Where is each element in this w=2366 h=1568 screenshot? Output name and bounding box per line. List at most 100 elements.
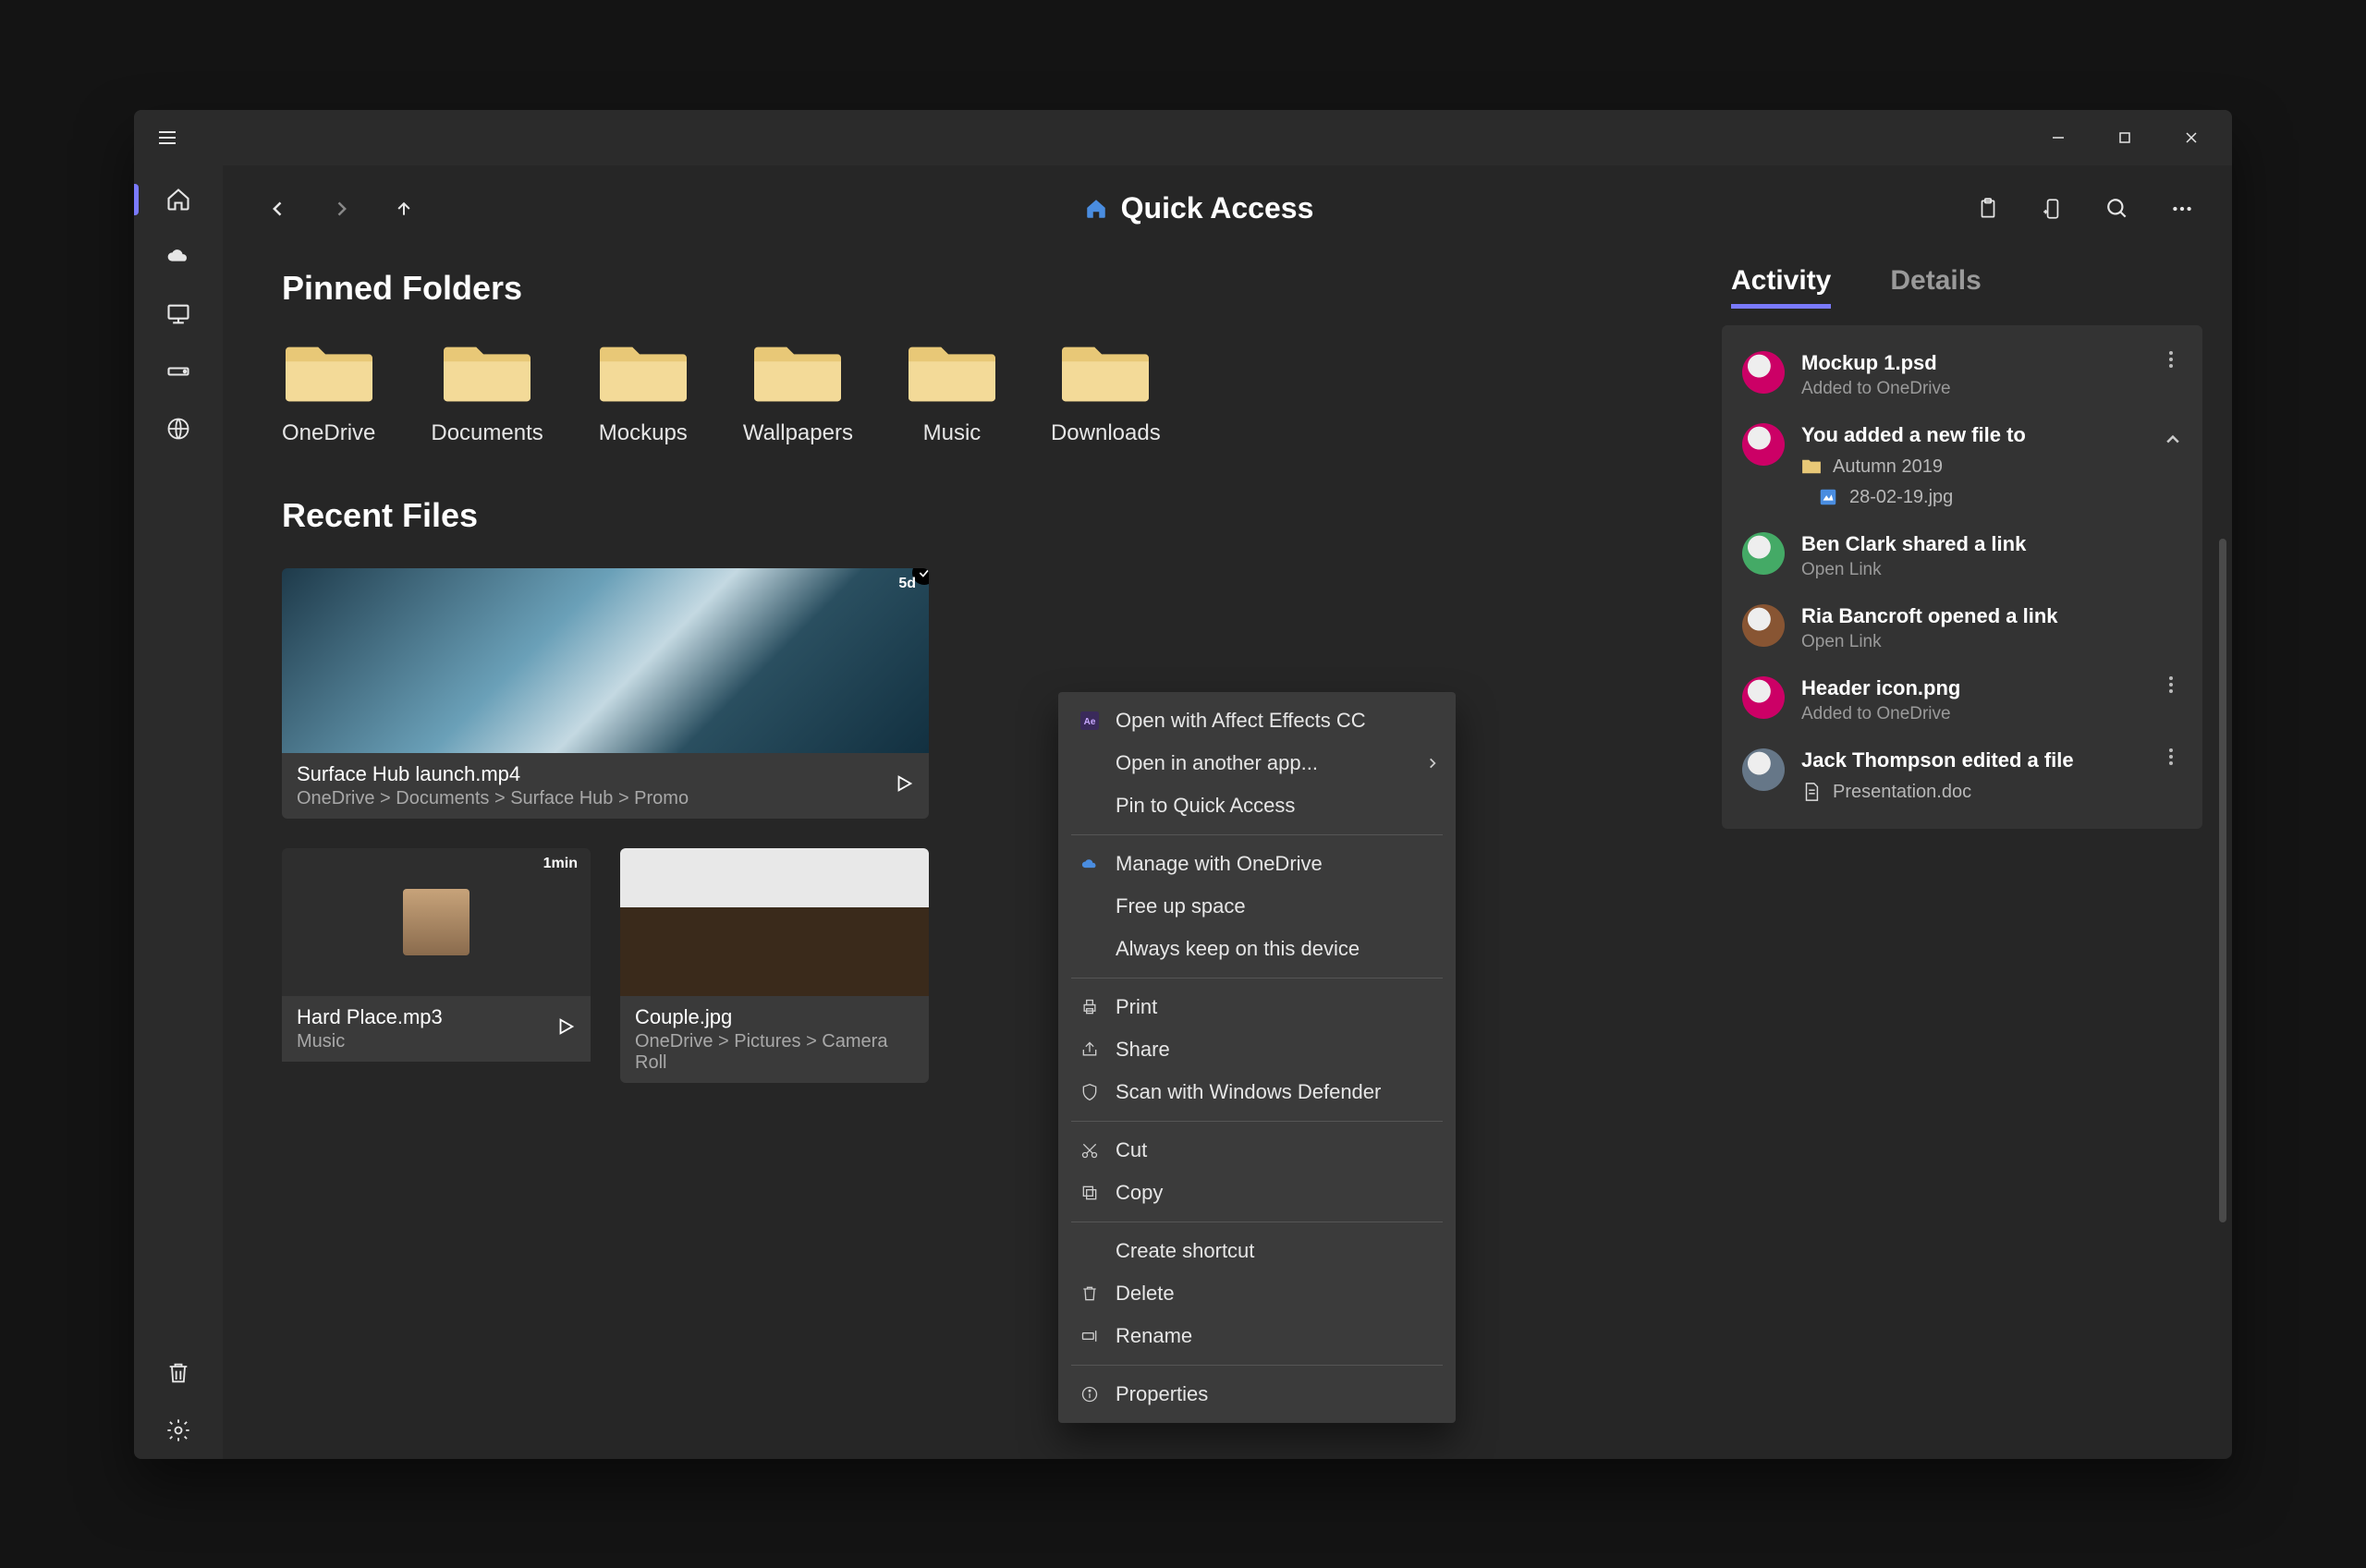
sidebar-onedrive[interactable] [134,228,223,286]
nav-forward-button[interactable] [319,187,363,231]
folder-label: Music [923,420,982,446]
pinned-folder[interactable]: Documents [431,339,543,446]
collapse-button[interactable] [2164,431,2182,454]
app-window: Quick Access [134,110,2232,1459]
print-icon [1079,998,1101,1016]
activity-panel: Activity Details Mockup 1.psd Added to On… [1722,252,2202,1459]
activity-item[interactable]: You added a new file toAutumn 201928-02-… [1722,414,2202,517]
context-menu-item[interactable]: Print [1058,986,1456,1028]
recent-file-card[interactable]: 1min Hard Place.mp3 Music [282,848,591,1083]
activity-more-button[interactable] [2160,676,2182,693]
context-menu-label: Scan with Windows Defender [1116,1080,1381,1104]
context-menu-label: Cut [1116,1138,1147,1162]
pinned-folder[interactable]: Mockups [599,339,688,446]
cloud-icon [1079,855,1101,873]
context-menu-label: Properties [1116,1382,1208,1406]
activity-file: Presentation.doc [1833,782,1971,803]
minimize-button[interactable] [2025,115,2092,160]
context-menu-item[interactable]: Rename [1058,1315,1456,1357]
activity-folder: Autumn 2019 [1833,456,1943,478]
context-menu-item[interactable]: Properties [1058,1373,1456,1416]
window-controls [2025,115,2225,160]
activity-title: Jack Thompson edited a file [1801,748,2143,772]
context-menu-item[interactable]: Share [1058,1028,1456,1071]
activity-more-button[interactable] [2160,748,2182,765]
sidebar-this-pc[interactable] [134,286,223,343]
nav-back-button[interactable] [256,187,300,231]
context-menu-item[interactable]: Cut [1058,1129,1456,1172]
context-menu-item[interactable]: Create shortcut [1058,1230,1456,1272]
pinned-folder[interactable]: Wallpapers [743,339,853,446]
toolbar: Quick Access [223,165,2232,252]
play-button[interactable] [555,1016,576,1041]
context-menu-label: Delete [1116,1282,1175,1306]
pinned-folders-heading: Pinned Folders [282,269,1685,308]
folder-label: Mockups [599,420,688,446]
sidebar-home[interactable] [134,171,223,228]
add-device-button[interactable] [2036,192,2069,225]
recent-file-card[interactable]: 5d Surface Hub launch.mp4 OneDrive > Doc… [282,568,929,819]
activity-item[interactable]: Ben Clark shared a linkOpen Link [1722,523,2202,590]
context-menu-item[interactable]: Copy [1058,1172,1456,1214]
rename-icon [1079,1327,1101,1345]
context-menu-item[interactable]: Open in another app... [1058,742,1456,784]
activity-item[interactable]: Mockup 1.psd Added to OneDrive [1722,342,2202,408]
activity-subtitle: Added to OneDrive [1801,379,2143,399]
pinned-folder[interactable]: Music [909,339,995,446]
hamburger-button[interactable] [149,119,186,156]
recent-file-card[interactable]: Couple.jpg OneDrive > Pictures > Camera … [620,848,929,1083]
page-title: Quick Access [1121,191,1314,225]
activity-subtitle: Open Link [1801,560,2182,580]
activity-title: Mockup 1.psd [1801,351,2143,375]
more-button[interactable] [2165,192,2199,225]
context-menu-item[interactable]: Pin to Quick Access [1058,784,1456,827]
file-path: Music [297,1031,443,1052]
context-menu-item[interactable]: Always keep on this device [1058,928,1456,970]
paste-button[interactable] [1971,192,2005,225]
activity-title: You added a new file to [1801,423,2182,447]
file-name: Couple.jpg [635,1005,914,1029]
activity-subtitle: Added to OneDrive [1801,704,2143,724]
avatar [1742,676,1785,719]
context-menu-item[interactable]: AeOpen with Affect Effects CC [1058,699,1456,742]
context-menu-label: Always keep on this device [1116,937,1360,961]
play-button[interactable] [894,773,914,798]
file-name: Hard Place.mp3 [297,1005,443,1029]
scrollbar[interactable] [2219,539,2226,1222]
activity-item[interactable]: Ria Bancroft opened a linkOpen Link [1722,595,2202,662]
time-badge: 1min [543,856,578,872]
home-icon [1084,197,1108,221]
file-thumbnail [620,848,929,996]
maximize-button[interactable] [2092,115,2158,160]
info-icon [1079,1385,1101,1404]
context-menu-label: Open with Affect Effects CC [1116,709,1366,733]
close-button[interactable] [2158,115,2225,160]
context-menu-label: Copy [1116,1181,1163,1205]
activity-item[interactable]: Jack Thompson edited a file Presentation.… [1722,739,2202,812]
tab-details[interactable]: Details [1890,265,1981,309]
context-menu-item[interactable]: Free up space [1058,885,1456,928]
nav-up-button[interactable] [382,187,426,231]
activity-more-button[interactable] [2160,351,2182,368]
titlebar [134,110,2232,165]
search-button[interactable] [2101,192,2134,225]
context-menu-item[interactable]: Delete [1058,1272,1456,1315]
sidebar-network[interactable] [134,400,223,457]
context-menu-item[interactable]: Manage with OneDrive [1058,843,1456,885]
share-icon [1079,1040,1101,1059]
pinned-folder[interactable]: OneDrive [282,339,375,446]
context-menu-label: Rename [1116,1324,1192,1348]
file-path: OneDrive > Documents > Surface Hub > Pro… [297,788,689,809]
pinned-folder[interactable]: Downloads [1051,339,1161,446]
file-name: Surface Hub launch.mp4 [297,762,689,786]
context-menu-label: Free up space [1116,894,1246,918]
context-menu-label: Print [1116,995,1157,1019]
sidebar-settings[interactable] [134,1402,223,1459]
sidebar-trash[interactable] [134,1344,223,1402]
context-menu-item[interactable]: Scan with Windows Defender [1058,1071,1456,1113]
sidebar-drive[interactable] [134,343,223,400]
tab-activity[interactable]: Activity [1731,265,1831,309]
avatar [1742,748,1785,791]
activity-item[interactable]: Header icon.pngAdded to OneDrive [1722,667,2202,734]
avatar [1742,423,1785,466]
